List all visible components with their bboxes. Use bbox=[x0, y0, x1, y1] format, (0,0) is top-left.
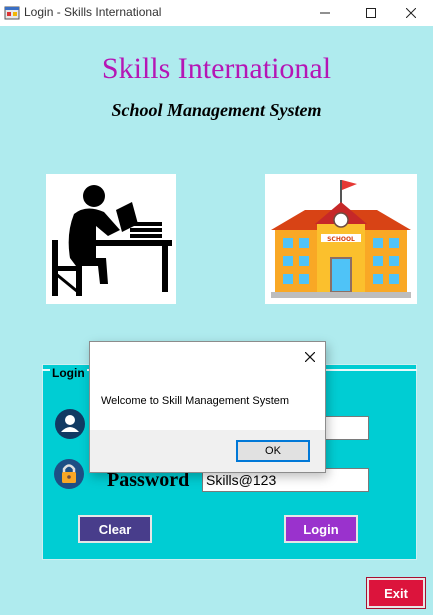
window-title: Login - Skills International bbox=[24, 5, 162, 19]
maximize-icon bbox=[366, 8, 376, 18]
close-icon bbox=[305, 352, 315, 362]
user-icon bbox=[55, 409, 85, 439]
close-button[interactable] bbox=[388, 0, 433, 26]
dialog-message: Welcome to Skill Management System bbox=[101, 395, 290, 407]
app-title: Skills International bbox=[101, 52, 332, 85]
minimize-icon bbox=[320, 12, 330, 14]
school-building-icon: SCHOOL bbox=[271, 180, 411, 298]
dialog-close-button[interactable] bbox=[300, 347, 320, 367]
dialog-footer: OK bbox=[90, 430, 325, 472]
student-reading-icon bbox=[52, 185, 172, 296]
login-group-label: Login bbox=[50, 366, 87, 380]
svg-text:SCHOOL: SCHOOL bbox=[327, 236, 355, 243]
message-dialog: Welcome to Skill Management System OK bbox=[89, 341, 326, 473]
clear-button[interactable]: Clear bbox=[78, 515, 152, 543]
minimize-button[interactable] bbox=[302, 0, 348, 26]
app-window-icon bbox=[4, 6, 20, 20]
school-building-image: SCHOOL bbox=[265, 174, 417, 304]
ok-button[interactable]: OK bbox=[236, 440, 310, 462]
login-button[interactable]: Login bbox=[284, 515, 358, 543]
app-subtitle: School Management System bbox=[111, 100, 322, 120]
close-icon bbox=[406, 8, 416, 18]
student-reading-image bbox=[46, 174, 176, 304]
lock-icon bbox=[54, 459, 84, 489]
title-bar[interactable]: Login - Skills International bbox=[0, 0, 433, 26]
exit-button[interactable]: Exit bbox=[366, 577, 426, 609]
